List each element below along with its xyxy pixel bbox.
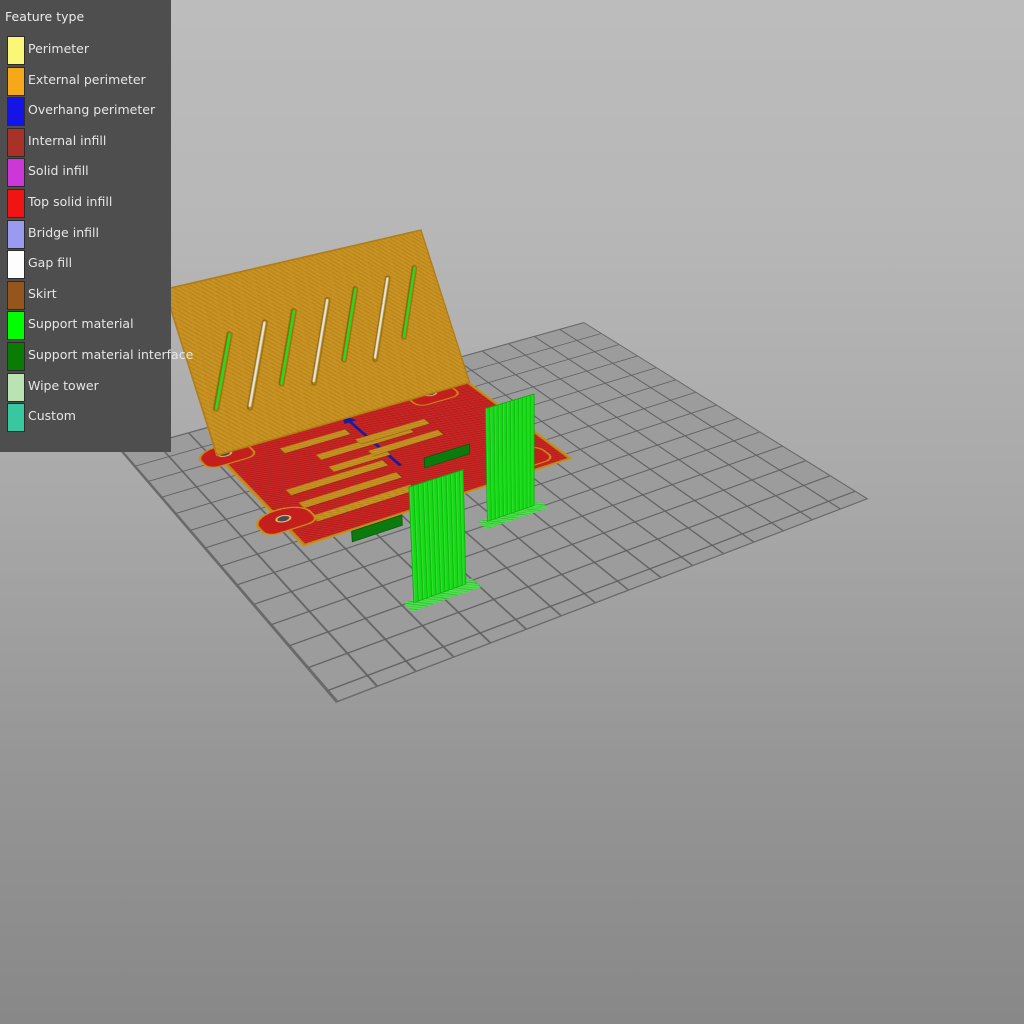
legend-color-swatch bbox=[7, 66, 25, 96]
legend-item-support-material-interface[interactable]: Support material interface bbox=[0, 341, 193, 373]
legend-item-solid-infill[interactable]: Solid infill bbox=[0, 158, 171, 189]
feature-type-legend: Feature type Perimeter External perimeter… bbox=[0, 0, 193, 452]
legend-item-label: Skirt bbox=[28, 285, 57, 301]
legend-item-skirt[interactable]: Skirt bbox=[0, 280, 171, 312]
legend-color-swatch bbox=[7, 403, 25, 433]
legend-color-swatch bbox=[7, 341, 25, 371]
support-strip bbox=[342, 287, 357, 362]
legend-color-swatch bbox=[7, 311, 25, 341]
support-body bbox=[408, 469, 467, 604]
legend-color-swatch bbox=[7, 127, 25, 157]
legend-item-overhang-perimeter[interactable]: Overhang perimeter bbox=[0, 97, 171, 128]
legend-color-swatch bbox=[7, 97, 25, 127]
legend-item-gap-fill[interactable]: Gap fill bbox=[0, 250, 171, 281]
legend-color-swatch bbox=[7, 372, 25, 402]
legend-rows: Perimeter External perimeter Overhang peri… bbox=[0, 36, 193, 434]
legend-item-label: Gap fill bbox=[28, 255, 73, 271]
legend-item-internal-infill[interactable]: Internal infill bbox=[0, 127, 171, 159]
legend-color-swatch bbox=[7, 250, 25, 280]
legend-item-bridge-infill[interactable]: Bridge infill bbox=[0, 219, 171, 251]
support-strip bbox=[279, 309, 296, 385]
gapfill-strip bbox=[248, 321, 266, 408]
legend-item-label: Support material interface bbox=[28, 346, 194, 362]
legend-item-label: Internal infill bbox=[28, 132, 107, 148]
legend-item-external-perimeter[interactable]: External perimeter bbox=[0, 66, 171, 98]
legend-color-swatch bbox=[7, 36, 25, 65]
slicer-preview-window: Feature type Perimeter External perimeter… bbox=[0, 0, 1024, 1024]
legend-color-swatch bbox=[7, 280, 25, 310]
legend-title: Feature type bbox=[5, 9, 85, 24]
legend-item-label: Top solid infill bbox=[28, 193, 113, 209]
legend-item-wipe-tower[interactable]: Wipe tower bbox=[0, 372, 171, 404]
model-ear-hole bbox=[275, 514, 291, 523]
legend-color-swatch bbox=[7, 219, 25, 249]
legend-item-label: Wipe tower bbox=[28, 377, 99, 393]
legend-item-label: Overhang perimeter bbox=[28, 102, 156, 118]
legend-item-support-material[interactable]: Support material bbox=[0, 311, 171, 342]
legend-item-label: Bridge infill bbox=[28, 224, 99, 240]
legend-item-top-solid-infill[interactable]: Top solid infill bbox=[0, 188, 171, 220]
legend-item-label: Perimeter bbox=[28, 41, 89, 56]
legend-item-label: External perimeter bbox=[28, 71, 146, 87]
legend-item-label: Solid infill bbox=[28, 163, 89, 179]
gapfill-strip bbox=[312, 298, 329, 383]
legend-color-swatch bbox=[7, 158, 25, 188]
support-body bbox=[485, 393, 535, 522]
gapfill-strip bbox=[373, 276, 389, 359]
legend-item-label: Support material bbox=[28, 316, 134, 332]
legend-item-perimeter[interactable]: Perimeter bbox=[0, 36, 171, 67]
legend-item-custom[interactable]: Custom bbox=[0, 403, 171, 434]
support-strip bbox=[214, 332, 231, 410]
legend-item-label: Custom bbox=[28, 408, 76, 424]
legend-color-swatch bbox=[7, 188, 25, 218]
